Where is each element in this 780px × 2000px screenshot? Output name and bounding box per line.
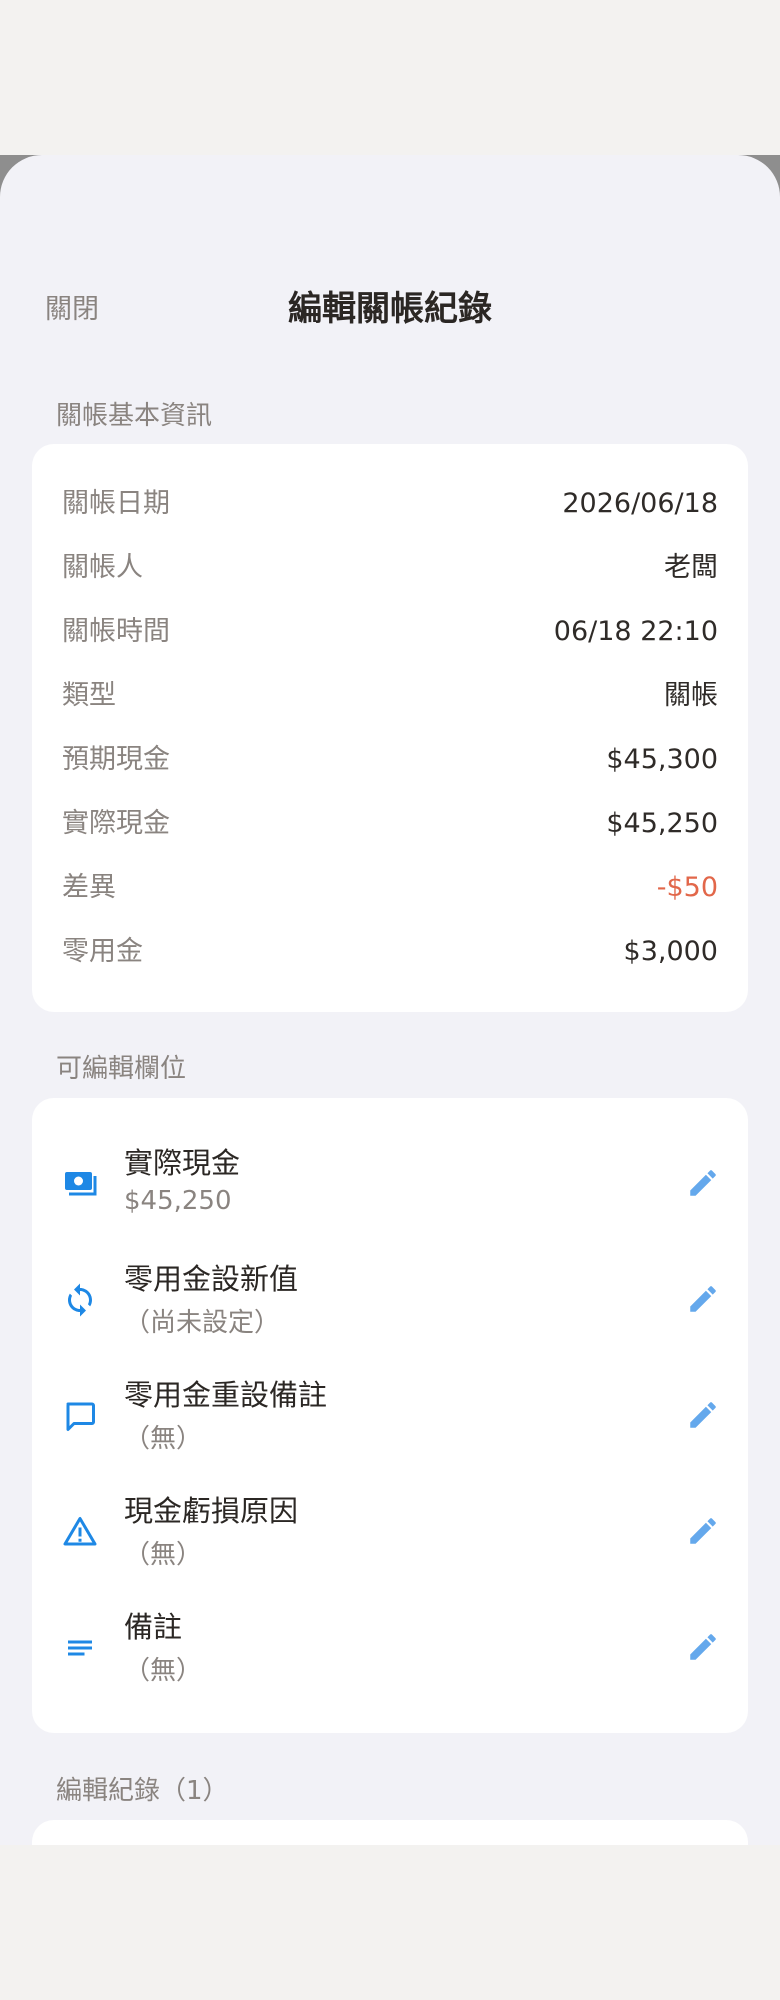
edit-row-value: $45,250 <box>124 1186 232 1216</box>
history-card <box>32 1820 748 1845</box>
edit-row-title: 零用金設新值 <box>124 1262 299 1296</box>
pencil-icon[interactable] <box>686 1630 720 1664</box>
info-value: 06/18 22:10 <box>553 616 718 647</box>
cash-icon <box>65 1172 97 1196</box>
info-label: 預期現金 <box>62 744 170 775</box>
difference-value: -$50 <box>656 872 718 903</box>
edit-row-title: 現金虧損原因 <box>124 1494 299 1528</box>
info-row-actual-cash: 實際現金 $45,250 <box>62 802 718 846</box>
info-label: 差異 <box>62 872 116 903</box>
info-row-expected-cash: 預期現金 $45,300 <box>62 738 718 782</box>
info-row-closer: 關帳人 老闆 <box>62 546 718 590</box>
pencil-icon[interactable] <box>686 1398 720 1432</box>
info-row-petty-cash: 零用金 $3,000 <box>62 930 718 974</box>
pencil-icon[interactable] <box>686 1282 720 1316</box>
warning-icon <box>63 1517 97 1546</box>
history-section-label: 編輯紀錄（1） <box>56 1776 229 1806</box>
edit-row-actual-cash[interactable]: 實際現金 $45,250 <box>32 1128 748 1240</box>
info-label: 實際現金 <box>62 808 170 839</box>
info-value: 老闆 <box>664 552 718 583</box>
edit-row-value: （無） <box>124 1540 203 1570</box>
edit-row-notes[interactable]: 備註 （無） <box>32 1592 748 1704</box>
basic-info-card: 關帳日期 2026/06/18 關帳人 老闆 關帳時間 06/18 22:10 … <box>32 444 748 1012</box>
edit-row-title: 實際現金 <box>124 1146 241 1180</box>
app-screen: 關閉 編輯關帳紀錄 關帳基本資訊 關帳日期 2026/06/18 關帳人 老闆 … <box>0 0 780 2000</box>
basic-info-section-label: 關帳基本資訊 <box>56 401 213 431</box>
info-label: 零用金 <box>62 936 143 967</box>
info-row-close-time: 關帳時間 06/18 22:10 <box>62 610 718 654</box>
info-label: 關帳時間 <box>62 616 170 647</box>
pencil-icon[interactable] <box>686 1166 720 1200</box>
info-label: 關帳日期 <box>62 488 170 519</box>
editable-fields-card: 實際現金 $45,250 零用金設新值 （尚未設定） 零用金重設備註 （無） 現… <box>32 1098 748 1733</box>
info-value: $3,000 <box>623 936 718 967</box>
edit-row-value: （尚未設定） <box>124 1308 281 1338</box>
edit-row-petty-cash-reset-note[interactable]: 零用金重設備註 （無） <box>32 1360 748 1472</box>
edit-row-value: （無） <box>124 1656 203 1686</box>
editable-section-label: 可編輯欄位 <box>56 1054 187 1084</box>
pencil-icon[interactable] <box>686 1514 720 1548</box>
info-value: 關帳 <box>664 680 718 711</box>
edit-closing-sheet: 關閉 編輯關帳紀錄 關帳基本資訊 關帳日期 2026/06/18 關帳人 老闆 … <box>0 155 780 1845</box>
info-row-close-date: 關帳日期 2026/06/18 <box>62 482 718 526</box>
info-value: $45,300 <box>606 744 718 775</box>
edit-row-cash-loss-reason[interactable]: 現金虧損原因 （無） <box>32 1476 748 1588</box>
edit-row-title: 零用金重設備註 <box>124 1378 328 1412</box>
info-label: 類型 <box>62 680 116 711</box>
info-value: $45,250 <box>606 808 718 839</box>
info-label: 關帳人 <box>62 552 143 583</box>
edit-row-title: 備註 <box>124 1610 183 1644</box>
info-row-difference: 差異 -$50 <box>62 866 718 910</box>
sheet-header: 關閉 編輯關帳紀錄 <box>0 273 780 343</box>
edit-row-value: （無） <box>124 1424 203 1454</box>
edit-row-petty-cash-new-value[interactable]: 零用金設新值 （尚未設定） <box>32 1244 748 1356</box>
sheet-title: 編輯關帳紀錄 <box>288 289 492 329</box>
refresh-icon <box>68 1283 92 1317</box>
info-value: 2026/06/18 <box>562 488 718 519</box>
info-row-type: 類型 關帳 <box>62 674 718 718</box>
notes-icon <box>68 1640 92 1656</box>
comment-icon <box>66 1402 95 1431</box>
